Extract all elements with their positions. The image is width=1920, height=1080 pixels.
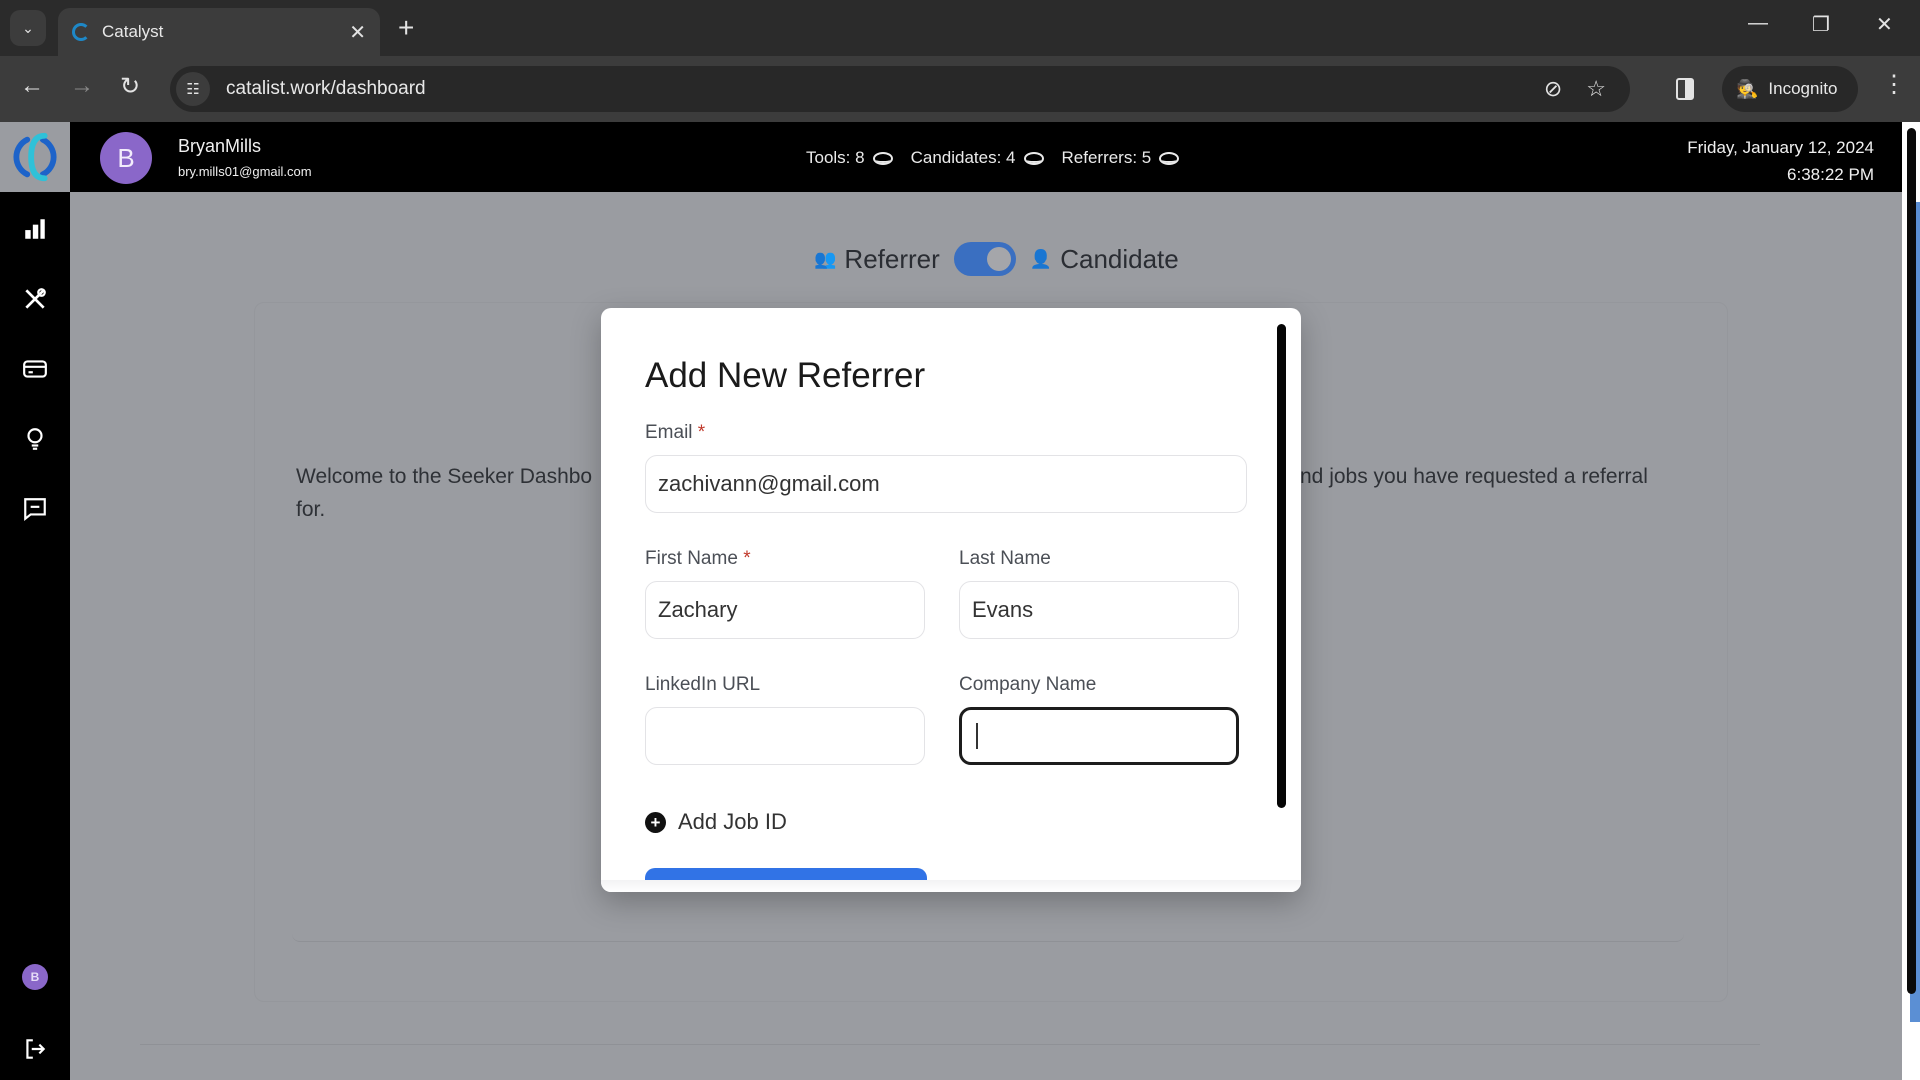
browser-tab-bar: ⌄ Catalyst ✕ + — ❐ ✕ bbox=[0, 0, 1920, 56]
toggle-right-label: Candidate bbox=[1060, 243, 1179, 274]
catalyst-logo[interactable] bbox=[0, 122, 70, 192]
tools-icon bbox=[25, 288, 46, 309]
email-input[interactable]: zachivann@gmail.com bbox=[645, 455, 1247, 513]
site-info-icon[interactable]: ☷ bbox=[176, 72, 210, 106]
divider bbox=[140, 1044, 1760, 1045]
restore-icon[interactable]: ❐ bbox=[1812, 12, 1830, 37]
lightbulb-icon bbox=[27, 428, 43, 450]
current-date: Friday, January 12, 2024 bbox=[1687, 138, 1874, 157]
email-value: zachivann@gmail.com bbox=[658, 471, 880, 496]
sidebar-item-dashboard[interactable] bbox=[20, 214, 50, 244]
browser-toolbar: ← → ↻ ☷ catalist.work/dashboard ⊘ ☆ 🕵 In… bbox=[0, 56, 1920, 122]
welcome-text-line2: for. bbox=[296, 498, 326, 521]
catalyst-favicon-icon bbox=[72, 23, 90, 41]
add-job-id-button[interactable]: + Add Job ID bbox=[645, 809, 787, 835]
plus-circle-icon: + bbox=[645, 811, 666, 833]
required-marker: * bbox=[743, 548, 751, 569]
linkedin-label: LinkedIn URL bbox=[645, 674, 761, 695]
email-label-text: Email bbox=[645, 422, 693, 443]
company-name-label: Company Name bbox=[959, 674, 1097, 695]
close-tab-icon[interactable]: ✕ bbox=[349, 20, 366, 45]
modal-scrollbar-thumb[interactable] bbox=[1277, 324, 1286, 808]
required-marker: * bbox=[697, 422, 706, 443]
welcome-text-right: nd jobs you have requested a referral bbox=[1300, 465, 1648, 488]
sidebar-item-ideas[interactable] bbox=[20, 424, 50, 454]
close-window-icon[interactable]: ✕ bbox=[1876, 12, 1893, 37]
welcome-text-left: Welcome to the Seeker Dashbo bbox=[296, 465, 593, 488]
page-scrollbar-thumb[interactable] bbox=[1907, 128, 1916, 994]
modal-title: Add New Referrer bbox=[645, 356, 926, 395]
text-caret bbox=[976, 723, 978, 749]
stat-candidates: Candidates: 4 bbox=[911, 148, 1044, 168]
current-time: 6:38:22 PM bbox=[1787, 165, 1874, 184]
incognito-badge[interactable]: 🕵 Incognito bbox=[1722, 66, 1858, 112]
first-name-input[interactable]: Zachary bbox=[645, 581, 925, 639]
tab-search-button[interactable]: ⌄ bbox=[10, 10, 46, 46]
logo-icon bbox=[13, 132, 57, 182]
stat-candidates-label: Candidates: 4 bbox=[910, 148, 1016, 167]
stat-referrers: Referrers: 5 bbox=[1062, 148, 1180, 168]
star-icon[interactable]: ☆ bbox=[1586, 76, 1606, 102]
stat-tools-label: Tools: 8 bbox=[806, 148, 865, 167]
toggle-left-label: Referrer bbox=[844, 243, 940, 274]
sidebar-avatar[interactable]: B bbox=[22, 964, 48, 990]
back-icon[interactable]: ← bbox=[20, 72, 44, 100]
role-toggle-switch[interactable] bbox=[953, 242, 1016, 276]
modal-footer-edge bbox=[601, 880, 1301, 892]
coin-icon bbox=[1023, 151, 1044, 165]
stat-referrers-label: Referrers: 5 bbox=[1061, 148, 1152, 167]
last-name-value: Evans bbox=[972, 597, 1034, 622]
reload-icon[interactable]: ↻ bbox=[120, 72, 140, 101]
add-job-id-label: Add Job ID bbox=[678, 809, 787, 834]
incognito-icon: 🕵 bbox=[1736, 78, 1759, 99]
last-name-input[interactable]: Evans bbox=[959, 581, 1239, 639]
user-tie-icon: 👤 bbox=[1029, 248, 1053, 269]
users-icon: 👥 bbox=[814, 248, 837, 269]
bar-chart-icon bbox=[25, 219, 45, 239]
last-name-label: Last Name bbox=[959, 548, 1051, 569]
chevron-down-icon: ⌄ bbox=[22, 19, 34, 36]
coin-icon bbox=[1159, 151, 1180, 165]
first-name-label: First Name * bbox=[645, 548, 751, 570]
first-name-label-text: First Name bbox=[645, 548, 738, 569]
sidebar-item-messages[interactable] bbox=[20, 494, 50, 524]
tab-title: Catalyst bbox=[102, 22, 164, 41]
datetime: Friday, January 12, 2024 6:38:22 PM bbox=[1687, 134, 1874, 188]
first-name-value: Zachary bbox=[658, 597, 738, 622]
incognito-label: Incognito bbox=[1768, 79, 1838, 98]
add-referrer-modal: Add New Referrer Email * zachivann@gmail… bbox=[601, 308, 1301, 892]
toggle-knob bbox=[986, 247, 1011, 271]
user-email: bry.mills01@gmail.com bbox=[178, 164, 312, 179]
company-name-input[interactable] bbox=[959, 707, 1239, 765]
sidebar: B bbox=[0, 122, 70, 1080]
user-avatar[interactable]: B bbox=[100, 132, 152, 184]
role-toggle-row: 👥 Referrer 👤 Candidate bbox=[814, 242, 1179, 276]
stats-bar: Tools: 8 Candidates: 4 Referrers: 5 bbox=[806, 148, 1180, 168]
toggle-option-referrer[interactable]: 👥 Referrer bbox=[814, 244, 940, 275]
page-scrollbar[interactable] bbox=[1902, 122, 1920, 1080]
forward-icon[interactable]: → bbox=[70, 72, 94, 100]
minimize-icon[interactable]: — bbox=[1748, 12, 1768, 35]
toggle-option-candidate[interactable]: 👤 Candidate bbox=[1030, 244, 1179, 275]
app-header: B BryanMills bry.mills01@gmail.com Tools… bbox=[70, 122, 1902, 192]
address-bar[interactable]: ☷ catalist.work/dashboard ⊘ ☆ bbox=[170, 66, 1630, 112]
browser-tab[interactable]: Catalyst ✕ bbox=[58, 8, 380, 56]
logout-button[interactable] bbox=[20, 1034, 50, 1064]
sidebar-item-billing[interactable] bbox=[20, 354, 50, 384]
stat-tools: Tools: 8 bbox=[806, 148, 893, 168]
email-label: Email * bbox=[645, 422, 705, 444]
sidebar-item-tools[interactable] bbox=[20, 284, 50, 314]
coin-icon bbox=[872, 151, 893, 165]
more-menu-icon[interactable]: ⋮ bbox=[1882, 70, 1906, 99]
new-tab-button[interactable]: + bbox=[398, 12, 414, 44]
credit-card-icon bbox=[23, 360, 47, 378]
url-text[interactable]: catalist.work/dashboard bbox=[226, 78, 1544, 100]
side-panel-icon[interactable] bbox=[1676, 78, 1694, 100]
eye-off-icon[interactable]: ⊘ bbox=[1544, 76, 1562, 102]
linkedin-url-input[interactable] bbox=[645, 707, 925, 765]
logout-icon bbox=[26, 1039, 46, 1059]
app: 👥 Referrer 👤 Candidate Welcome to the Se… bbox=[0, 122, 1920, 1080]
user-name: BryanMills bbox=[178, 136, 262, 156]
message-icon bbox=[24, 498, 46, 522]
